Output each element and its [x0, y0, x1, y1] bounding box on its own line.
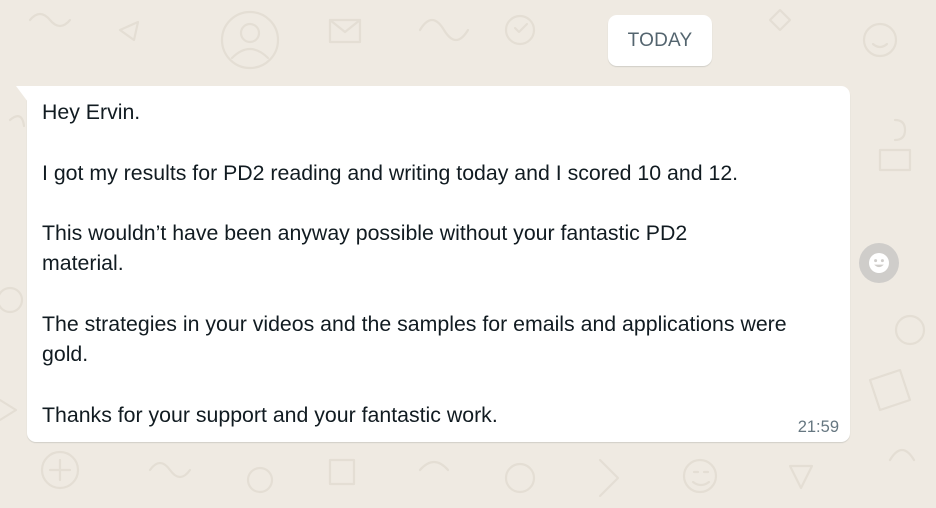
- message-paragraph: Thanks for your support and your fantast…: [42, 402, 498, 427]
- date-divider-today: TODAY: [608, 15, 712, 66]
- message-timestamp: 21:59: [797, 418, 839, 436]
- message-paragraph: This wouldn’t have been anyway possible …: [42, 221, 688, 276]
- message-paragraph: Hey Ervin.: [42, 100, 141, 124]
- bubble-tail: [16, 86, 28, 102]
- message-paragraph: The strategies in your videos and the sa…: [42, 312, 787, 367]
- message-text: Hey Ervin. I got my results for PD2 read…: [42, 97, 836, 430]
- message-paragraph: I got my results for PD2 reading and wri…: [42, 160, 739, 185]
- smiley-face-icon: [869, 253, 889, 273]
- react-button[interactable]: [859, 243, 899, 283]
- date-divider-label: TODAY: [627, 29, 693, 51]
- incoming-message-bubble[interactable]: Hey Ervin. I got my results for PD2 read…: [16, 86, 850, 442]
